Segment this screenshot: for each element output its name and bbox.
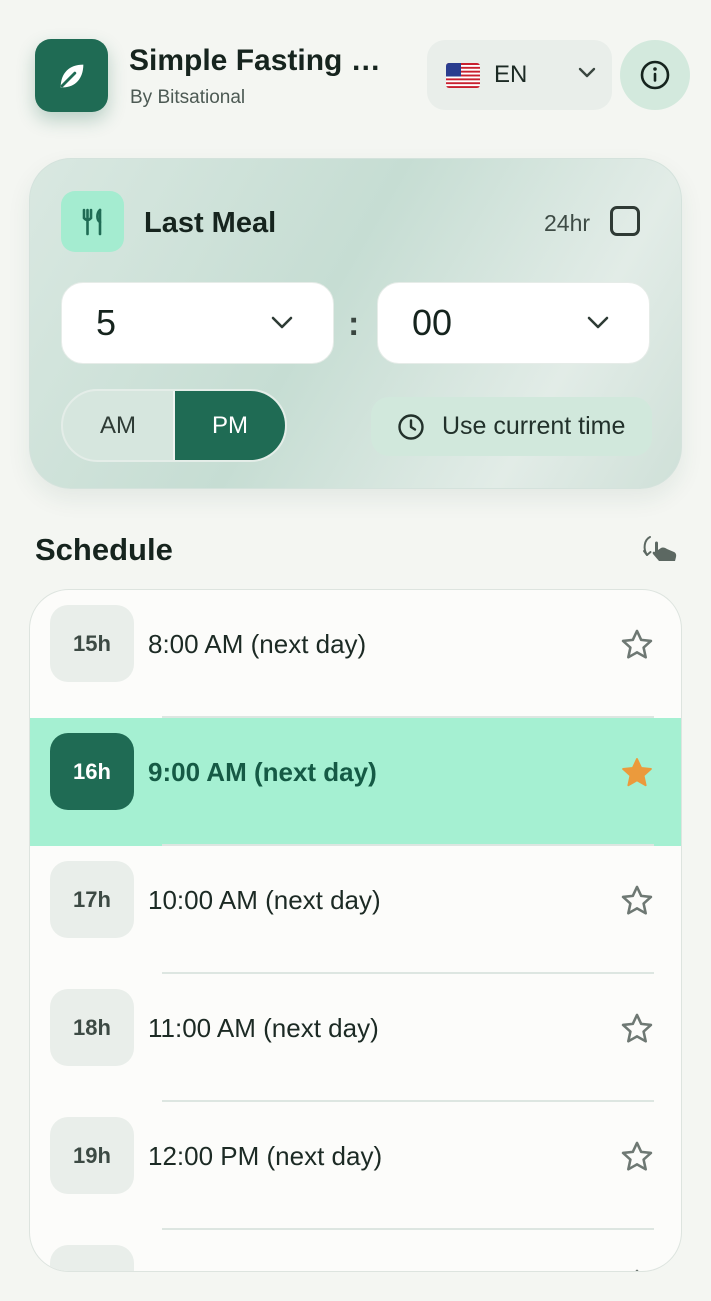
schedule-row[interactable]: 18h 11:00 AM (next day)	[30, 974, 681, 1102]
hour-select[interactable]: 5	[61, 282, 334, 364]
star-outline-icon[interactable]	[619, 1267, 655, 1272]
schedule-row-selected[interactable]: 16h 9:00 AM (next day)	[30, 718, 681, 846]
use-current-time-label: Use current time	[442, 412, 626, 440]
schedule-row[interactable]: 17h 10:00 AM (next day)	[30, 846, 681, 974]
24hr-checkbox[interactable]	[610, 206, 640, 236]
chevron-down-icon	[587, 316, 609, 329]
star-filled-icon[interactable]	[619, 755, 655, 791]
hours-badge: 16h	[50, 733, 134, 810]
star-outline-icon[interactable]	[619, 627, 655, 663]
last-meal-title: Last Meal	[144, 207, 277, 239]
star-outline-icon[interactable]	[619, 1139, 655, 1175]
end-time: 11:00 AM (next day)	[148, 1013, 379, 1043]
hour-value: 5	[96, 302, 117, 343]
am-pm-toggle: AM PM	[61, 389, 287, 462]
meal-icon-badge	[61, 191, 124, 252]
schedule-row-partial[interactable]	[30, 1230, 681, 1272]
app-header: Simple Fasting C... By Bitsational EN	[0, 0, 711, 150]
info-icon	[640, 60, 670, 90]
schedule-list: 15h 8:00 AM (next day) 16h 9:00 AM (next…	[29, 589, 682, 1272]
end-time: 8:00 AM (next day)	[148, 629, 367, 659]
end-time: 10:00 AM (next day)	[148, 885, 381, 915]
info-button[interactable]	[620, 40, 690, 110]
chevron-down-icon	[271, 316, 293, 329]
end-time: 9:00 AM (next day)	[148, 757, 377, 787]
minute-value: 00	[412, 302, 453, 343]
24hr-label: 24hr	[544, 210, 591, 236]
hours-badge: 19h	[50, 1117, 134, 1194]
chevron-down-icon	[578, 67, 596, 78]
app-title: Simple Fasting C...	[129, 44, 387, 77]
app-subtitle: By Bitsational	[130, 87, 246, 108]
hours-badge: 15h	[50, 605, 134, 682]
swipe-gesture-icon	[643, 536, 677, 561]
am-option[interactable]: AM	[63, 391, 173, 460]
us-flag-icon	[446, 62, 480, 88]
end-time: 12:00 PM (next day)	[148, 1141, 383, 1171]
hours-badge	[50, 1245, 134, 1271]
minute-select[interactable]: 00	[377, 282, 650, 364]
clock-icon	[398, 413, 424, 440]
hours-badge: 18h	[50, 989, 134, 1066]
language-select[interactable]: EN	[427, 40, 612, 110]
schedule-row[interactable]: 15h 8:00 AM (next day)	[30, 590, 681, 718]
time-separator: :	[348, 305, 360, 343]
language-label: EN	[494, 61, 528, 88]
use-current-time-button[interactable]: Use current time	[371, 397, 652, 456]
schedule-title: Schedule	[35, 532, 173, 567]
last-meal-card: Last Meal 24hr 5 : 00 AM PM Use current …	[29, 158, 682, 489]
leaf-icon	[60, 64, 83, 87]
fork-knife-icon	[82, 208, 101, 235]
star-outline-icon[interactable]	[619, 883, 655, 919]
star-outline-icon[interactable]	[619, 1011, 655, 1047]
app-logo	[35, 39, 108, 112]
hours-badge: 17h	[50, 861, 134, 938]
schedule-row[interactable]: 19h 12:00 PM (next day)	[30, 1102, 681, 1230]
pm-option[interactable]: PM	[173, 391, 285, 460]
